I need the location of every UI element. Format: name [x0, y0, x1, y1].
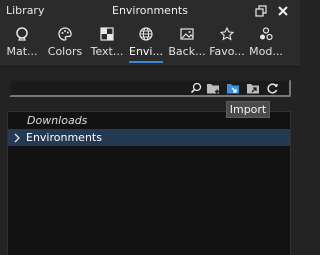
window-title: Environments: [112, 4, 188, 17]
tab-label: Colors: [47, 45, 83, 58]
tree-item-label: Environments: [26, 131, 102, 144]
title-bar: Library Environments: [0, 0, 300, 22]
star-icon: [219, 26, 235, 42]
tab-label: Mod...: [249, 45, 283, 58]
environment-tree: Downloads Environments: [7, 111, 291, 255]
chevron-right-icon[interactable]: [8, 133, 26, 143]
search-icon[interactable]: [188, 80, 204, 96]
refresh-icon[interactable]: [264, 80, 280, 96]
export-folder-icon[interactable]: [245, 80, 261, 96]
tab-backgrounds[interactable]: Back...: [167, 22, 207, 66]
globe-icon: [138, 26, 154, 42]
tab-colors[interactable]: Colors: [44, 22, 86, 66]
tree-item-environments[interactable]: Environments: [8, 129, 290, 146]
import-folder-icon[interactable]: [225, 80, 241, 96]
tab-bar: Mat... Colors Text... Envi... Back... Fa…: [0, 22, 300, 66]
tab-models[interactable]: Mod...: [247, 22, 285, 66]
tab-favorites[interactable]: Favo...: [207, 22, 247, 66]
image-icon: [179, 26, 195, 42]
restore-icon[interactable]: [253, 3, 269, 19]
tab-materials[interactable]: Mat...: [3, 22, 41, 66]
import-tooltip: Import: [226, 101, 270, 118]
library-label: Library: [6, 4, 45, 17]
add-folder-icon[interactable]: [205, 80, 221, 96]
divider: [0, 66, 300, 67]
tab-label: Text...: [90, 45, 124, 58]
tab-environments[interactable]: Envi...: [127, 22, 165, 66]
close-icon[interactable]: [275, 3, 291, 19]
palette-icon: [57, 26, 73, 42]
tab-label: Mat...: [6, 45, 38, 58]
tab-textures[interactable]: Text...: [88, 22, 126, 66]
models-icon: [258, 26, 274, 42]
checker-texture-icon: [99, 26, 115, 42]
tab-label: Back...: [168, 45, 206, 58]
tab-label: Favo...: [209, 45, 245, 58]
material-ball-icon: [14, 26, 30, 42]
tree-item-label: Downloads: [27, 114, 88, 127]
tab-label: Envi...: [129, 45, 163, 58]
